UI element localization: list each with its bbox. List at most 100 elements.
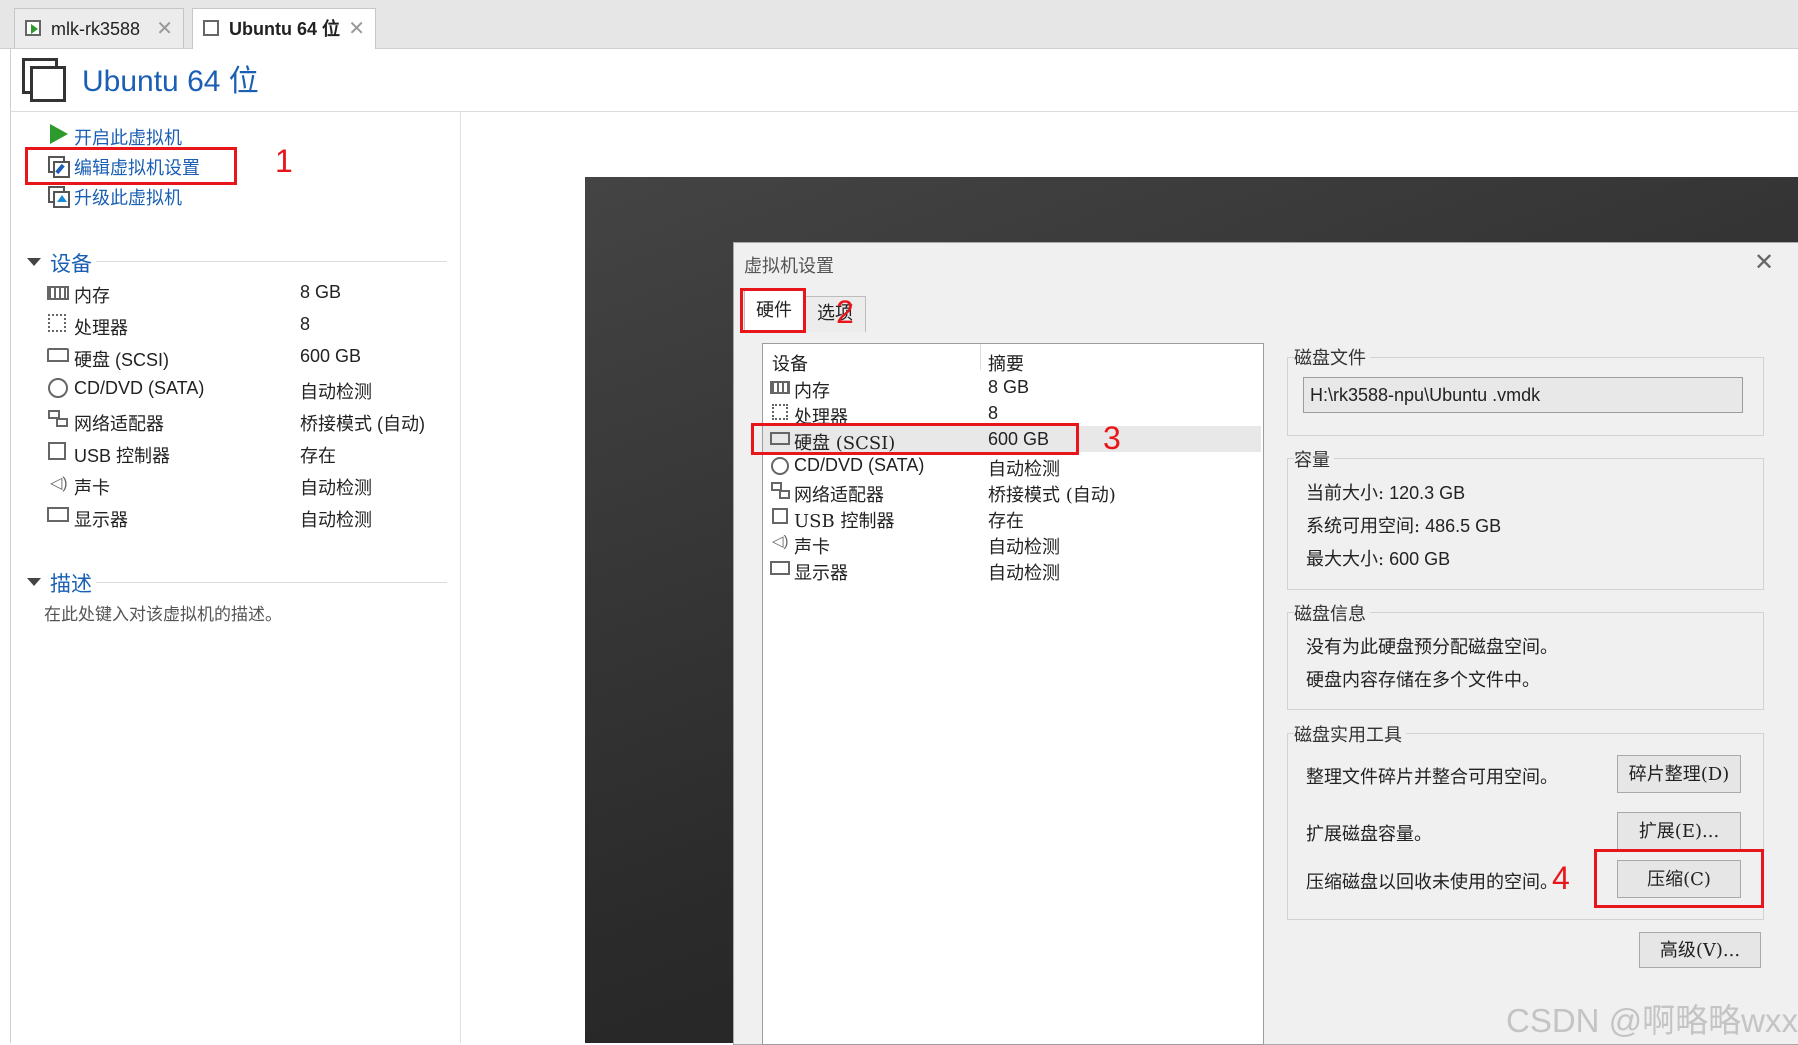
disk-info-group (1287, 612, 1764, 710)
device-name[interactable]: USB 控制器 (74, 442, 170, 468)
advanced-button-label: 高级(V)... (1659, 940, 1741, 961)
divider (460, 112, 461, 1043)
display-icon (47, 507, 69, 522)
list-item-name[interactable]: 内存 (794, 377, 830, 403)
disk-file-path-field[interactable]: H:\rk3588-npu\Ubuntu .vmdk (1303, 377, 1743, 413)
expand-button[interactable]: 扩展(E)... (1617, 812, 1741, 850)
dialog-title: 虚拟机设置 (744, 256, 834, 277)
divider (980, 344, 981, 370)
defrag-description: 整理文件碎片并整合可用空间。 (1306, 767, 1558, 788)
disk-tools-title: 磁盘实用工具 (1294, 721, 1406, 747)
vm-running-icon (25, 20, 41, 36)
device-value: 自动检测 (300, 382, 372, 402)
list-item-summary: 8 GB (988, 377, 1030, 397)
list-item-summary: 存在 (988, 511, 1024, 532)
cpu-icon (772, 404, 788, 420)
list-item-name[interactable]: 声卡 (794, 533, 830, 559)
disk-file-title: 磁盘文件 (1294, 344, 1370, 370)
annotation-number-3: 3 (1103, 420, 1121, 456)
device-value: 600 GB (300, 346, 362, 366)
current-size-label: 当前大小: (1306, 483, 1385, 504)
page-title: Ubuntu 64 位 (82, 65, 259, 98)
device-value: 自动检测 (300, 478, 372, 498)
cd-dvd-icon (48, 378, 68, 398)
description-section-title[interactable]: 描述 (50, 568, 92, 598)
divider (10, 111, 1798, 112)
list-item-name[interactable]: USB 控制器 (794, 507, 894, 533)
list-item-summary: 自动检测 (988, 459, 1060, 480)
upgrade-icon (48, 186, 70, 208)
device-name[interactable]: 硬盘 (SCSI) (74, 346, 169, 372)
play-icon (50, 124, 68, 144)
tab-mlk-rk3588[interactable]: mlk-rk3588 ✕ (14, 8, 184, 48)
available-space-value: 486.5 GB (1425, 516, 1502, 536)
list-item-name[interactable]: 网络适配器 (794, 481, 884, 507)
annotation-box-2 (740, 288, 806, 333)
disk-info-title: 磁盘信息 (1294, 600, 1370, 626)
device-value: 桥接模式 (自动) (300, 414, 425, 434)
cd-dvd-icon (771, 457, 789, 475)
list-item-summary: 自动检测 (988, 563, 1060, 584)
hard-disk-icon (47, 348, 69, 362)
device-name[interactable]: 声卡 (74, 474, 110, 500)
expand-description: 扩展磁盘容量。 (1306, 824, 1432, 845)
current-size: 当前大小: 120.3 GB (1306, 479, 1465, 505)
display-icon (770, 561, 790, 575)
memory-icon (770, 381, 790, 394)
device-name[interactable]: 处理器 (74, 314, 128, 340)
close-icon[interactable]: ✕ (348, 9, 365, 49)
divider (96, 582, 447, 583)
current-size-value: 120.3 GB (1389, 483, 1466, 503)
device-name[interactable]: CD/DVD (SATA) (74, 378, 204, 399)
column-header-device[interactable]: 设备 (772, 350, 808, 376)
tab-label: mlk-rk3588 (51, 19, 141, 39)
device-value: 存在 (300, 446, 336, 466)
vm-icon (203, 20, 219, 36)
collapse-icon[interactable] (27, 578, 41, 586)
annotation-number-2: 2 (836, 294, 854, 330)
annotation-box-3 (751, 423, 1079, 455)
annotation-box-4 (1594, 849, 1764, 908)
device-value: 8 GB (300, 282, 342, 302)
upgrade-vm-link[interactable]: 升级此虚拟机 (74, 184, 182, 210)
available-space-label: 系统可用空间: (1306, 516, 1421, 537)
sound-card-icon: ◁) (772, 533, 789, 550)
collapse-icon[interactable] (27, 258, 41, 266)
annotation-number-4: 4 (1552, 860, 1570, 896)
disk-info-line: 没有为此硬盘预分配磁盘空间。 (1306, 637, 1558, 658)
device-value: 自动检测 (300, 510, 372, 530)
memory-icon (47, 286, 69, 300)
window-border (10, 48, 11, 1043)
max-size-value: 600 GB (1389, 549, 1451, 569)
network-adapter-icon (771, 482, 791, 500)
device-name[interactable]: 网络适配器 (74, 410, 164, 436)
advanced-button[interactable]: 高级(V)... (1639, 932, 1761, 968)
column-header-summary[interactable]: 摘要 (988, 350, 1024, 376)
list-item-name[interactable]: 显示器 (794, 559, 848, 585)
divider (96, 261, 447, 262)
list-item-name[interactable]: CD/DVD (SATA) (794, 455, 924, 476)
device-name[interactable]: 内存 (74, 282, 110, 308)
list-item-summary: 自动检测 (988, 537, 1060, 558)
expand-button-label: 扩展(E)... (1638, 821, 1720, 842)
sound-card-icon: ◁) (50, 475, 68, 492)
close-icon[interactable]: ✕ (1754, 248, 1774, 277)
device-name[interactable]: 显示器 (74, 506, 128, 532)
device-value: 8 (300, 314, 311, 334)
network-adapter-icon (48, 410, 68, 428)
tab-options[interactable]: 选项 (804, 296, 866, 332)
tab-ubuntu-64[interactable]: Ubuntu 64 位 ✕ (192, 8, 376, 49)
defragment-button-label: 碎片整理(D) (1628, 764, 1730, 785)
description-input[interactable]: 在此处键入对该虚拟机的描述。 (44, 600, 282, 625)
max-size: 最大大小: 600 GB (1306, 545, 1450, 571)
available-space: 系统可用空间: 486.5 GB (1306, 512, 1501, 538)
watermark: CSDN @啊略略wxx (1506, 1002, 1798, 1039)
annotation-number-1: 1 (275, 143, 293, 179)
defragment-button[interactable]: 碎片整理(D) (1617, 755, 1741, 793)
list-item-summary: 桥接模式 (自动) (988, 485, 1116, 506)
devices-section-title[interactable]: 设备 (50, 248, 92, 278)
compact-description: 压缩磁盘以回收未使用的空间。 (1306, 872, 1558, 893)
usb-controller-icon (48, 442, 66, 460)
close-icon[interactable]: ✕ (156, 9, 173, 49)
vm-large-icon (22, 58, 66, 102)
